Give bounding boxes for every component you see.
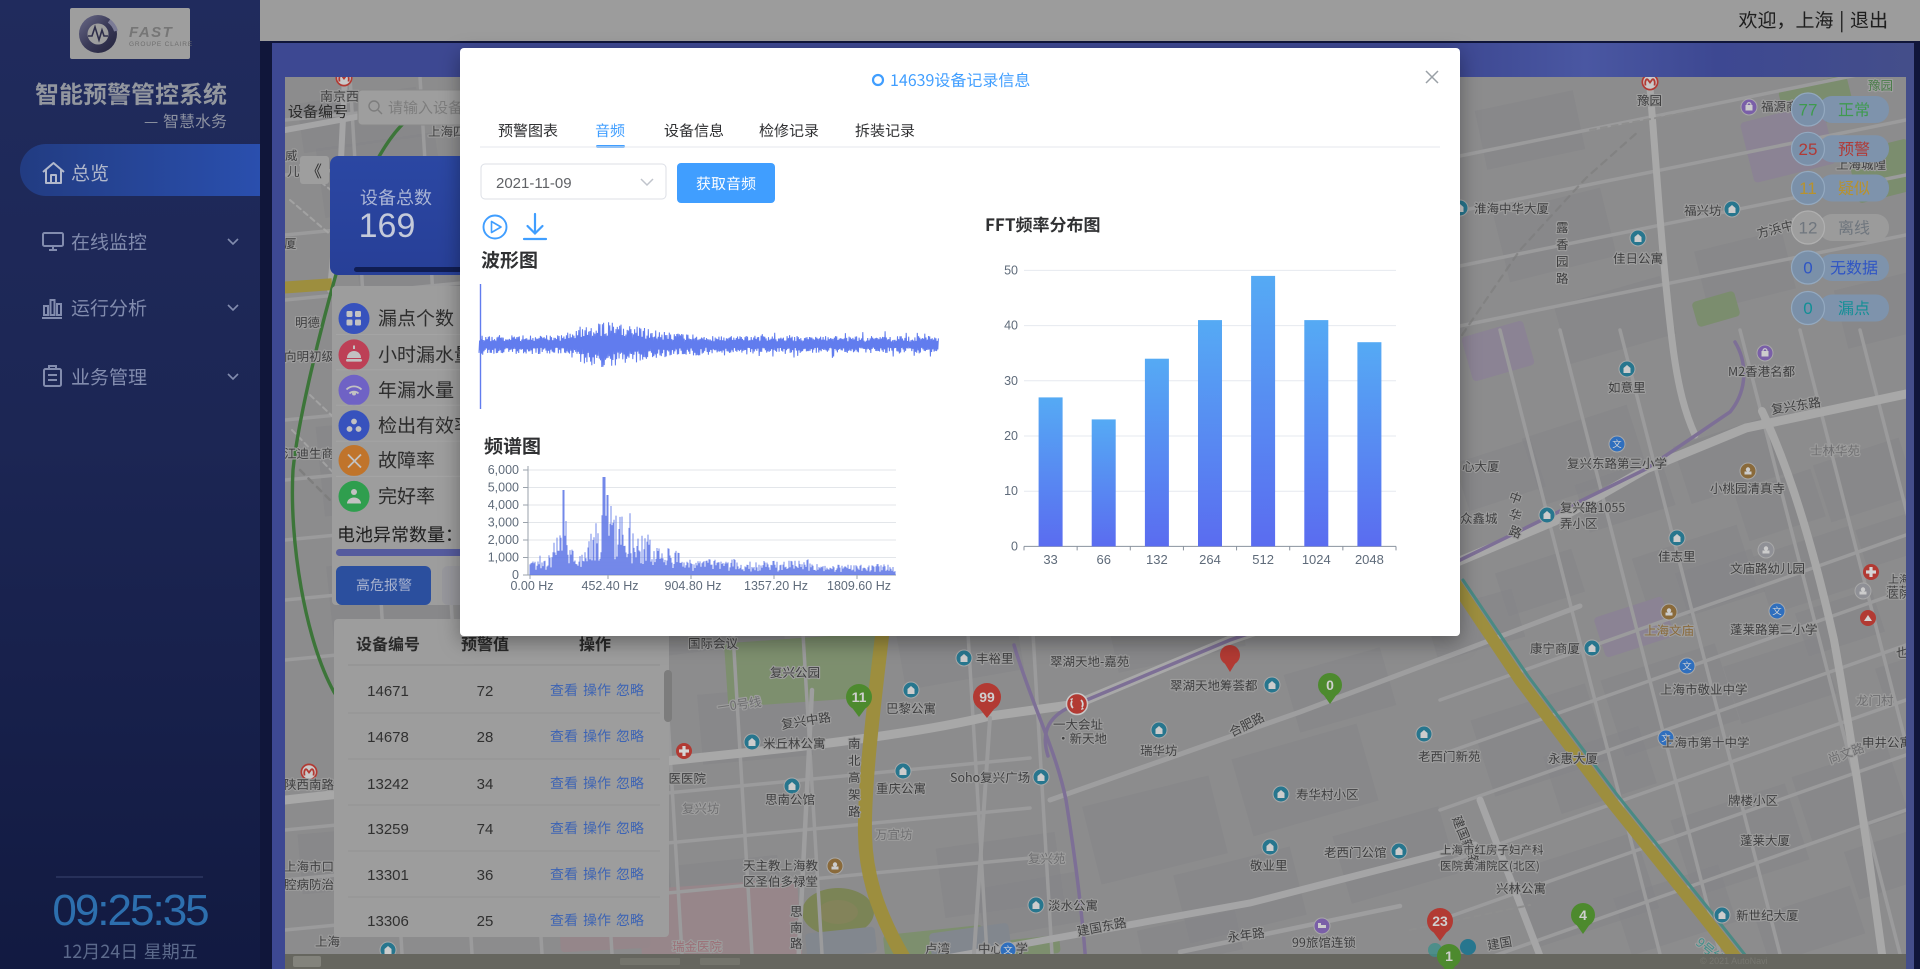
svg-text:4: 4 [1579,907,1587,923]
svg-text:30: 30 [1004,374,1018,388]
svg-text:264: 264 [1199,552,1221,567]
svg-text:11: 11 [1799,179,1817,198]
svg-text:10: 10 [1004,484,1018,498]
svg-text:904.80 Hz: 904.80 Hz [665,579,722,593]
svg-text:40: 40 [1004,319,1018,333]
svg-text:GROUPE CLAIRE: GROUPE CLAIRE [129,41,193,48]
svg-text:13259: 13259 [367,821,409,838]
svg-text:66: 66 [1096,552,1110,567]
svg-text:0.00 Hz: 0.00 Hz [510,579,553,593]
svg-text:20: 20 [1004,429,1018,443]
svg-text:09:25:35: 09:25:35 [52,886,208,935]
svg-text:1357.20 Hz: 1357.20 Hz [744,579,808,593]
svg-text:132: 132 [1146,552,1168,567]
svg-text:13301: 13301 [367,867,409,884]
svg-text:72: 72 [477,683,494,700]
svg-text:452.40 Hz: 452.40 Hz [582,579,639,593]
svg-text:0: 0 [1326,677,1334,693]
svg-text:1: 1 [1445,948,1453,964]
svg-text:74: 74 [477,821,494,838]
svg-text:1024: 1024 [1302,552,1331,567]
svg-text:14671: 14671 [367,683,409,700]
svg-text:25: 25 [477,913,494,930]
svg-text:33: 33 [1043,552,1057,567]
svg-text:2021-11-09: 2021-11-09 [496,175,572,192]
svg-text:1,000: 1,000 [488,551,519,565]
svg-text:3,000: 3,000 [488,516,519,530]
svg-text:13306: 13306 [367,913,409,930]
svg-text:512: 512 [1252,552,1274,567]
svg-text:13242: 13242 [367,776,409,793]
svg-text:14678: 14678 [367,729,409,746]
svg-text:0: 0 [1011,539,1018,553]
svg-text:50: 50 [1004,263,1018,277]
svg-text:5,000: 5,000 [488,481,519,495]
svg-text:11: 11 [852,689,867,705]
svg-text:169: 169 [359,207,416,245]
svg-text:99: 99 [979,689,995,705]
svg-text:0: 0 [1803,259,1812,278]
svg-text:34: 34 [477,776,494,793]
svg-text:FAST: FAST [129,24,174,41]
svg-text:12: 12 [1799,219,1818,238]
svg-text:2,000: 2,000 [488,533,519,547]
svg-text:0: 0 [1803,299,1812,318]
svg-text:6,000: 6,000 [488,463,519,477]
svg-text:77: 77 [1799,101,1818,120]
svg-text:1809.60 Hz: 1809.60 Hz [827,579,891,593]
svg-text:25: 25 [1799,140,1818,159]
svg-text:28: 28 [477,729,494,746]
svg-text:2048: 2048 [1355,552,1384,567]
svg-text:23: 23 [1432,913,1448,929]
svg-text:36: 36 [477,867,494,884]
svg-text:© 2021 AutoNavi: © 2021 AutoNavi [1700,956,1768,966]
svg-text:4,000: 4,000 [488,498,519,512]
